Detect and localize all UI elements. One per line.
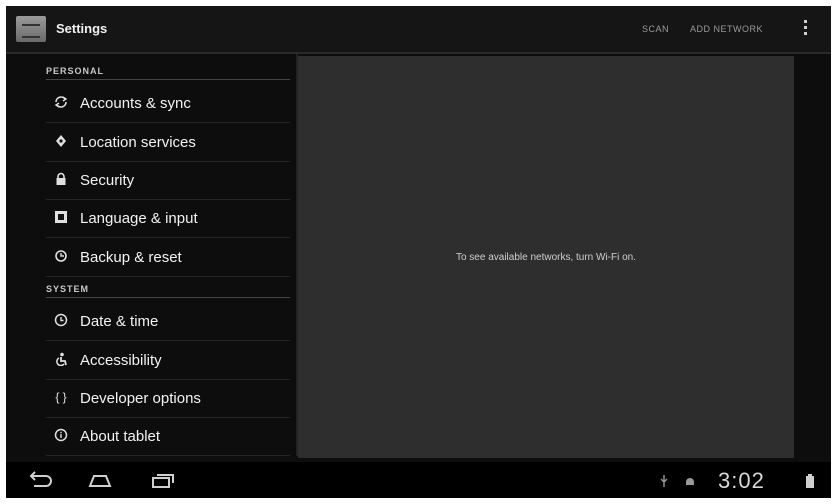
sync-icon (54, 95, 68, 109)
recent-apps-icon[interactable] (148, 470, 176, 490)
info-icon (54, 428, 68, 442)
settings-item-label: Accessibility (80, 352, 162, 369)
settings-item-accessibility[interactable]: Accessibility (46, 341, 290, 380)
add-network-button[interactable]: ADD NETWORK (690, 24, 763, 34)
settings-item-label: Developer options (80, 390, 201, 407)
settings-item-developer-options[interactable]: { } Developer options (46, 379, 290, 418)
backup-icon (54, 249, 68, 263)
back-icon[interactable] (26, 470, 54, 490)
home-icon[interactable] (86, 470, 114, 490)
action-bar: Settings SCAN ADD NETWORK (6, 6, 831, 54)
settings-item-label: Language & input (80, 210, 198, 227)
settings-item-security[interactable]: Security (46, 161, 290, 200)
usb-icon (658, 474, 670, 487)
settings-item-label: Backup & reset (80, 249, 182, 266)
battery-icon (806, 474, 814, 488)
settings-item-label: Date & time (80, 313, 159, 330)
settings-item-backup-reset[interactable]: Backup & reset (46, 238, 290, 277)
settings-item-about-tablet[interactable]: About tablet (46, 417, 290, 456)
braces-icon: { } (55, 390, 67, 404)
wifi-detail-pane: To see available networks, turn Wi-Fi on… (298, 56, 794, 458)
settings-item-label: Accounts & sync (80, 95, 191, 112)
section-header-system: SYSTEM (46, 284, 290, 298)
status-clock: 3:02 (718, 468, 765, 493)
settings-app-icon[interactable] (16, 16, 46, 42)
system-navigation-bar: 3:02 (6, 462, 831, 498)
accessibility-icon (54, 352, 68, 367)
scan-button[interactable]: SCAN (642, 24, 669, 34)
clock-icon (54, 313, 68, 327)
location-icon (54, 134, 68, 148)
settings-item-date-time[interactable]: Date & time (46, 302, 290, 341)
settings-item-label: Location services (80, 134, 196, 151)
lock-icon (54, 172, 68, 186)
overflow-menu-icon[interactable] (802, 20, 808, 38)
section-header-personal: PERSONAL (46, 66, 290, 80)
language-icon (54, 210, 68, 224)
settings-item-label: About tablet (80, 428, 161, 445)
settings-item-location-services[interactable]: Location services (46, 123, 290, 162)
wifi-off-message: To see available networks, turn Wi-Fi on… (455, 252, 637, 263)
tablet-screen: Settings SCAN ADD NETWORK PERSONAL Accou… (6, 6, 831, 498)
app-title: Settings (56, 21, 108, 36)
android-debug-icon (684, 474, 696, 486)
settings-list: PERSONAL Accounts & sync Location servic… (6, 54, 296, 456)
settings-item-label: Security (80, 172, 135, 189)
settings-item-language-input[interactable]: Language & input (46, 199, 290, 238)
settings-item-accounts-sync[interactable]: Accounts & sync (46, 84, 290, 123)
